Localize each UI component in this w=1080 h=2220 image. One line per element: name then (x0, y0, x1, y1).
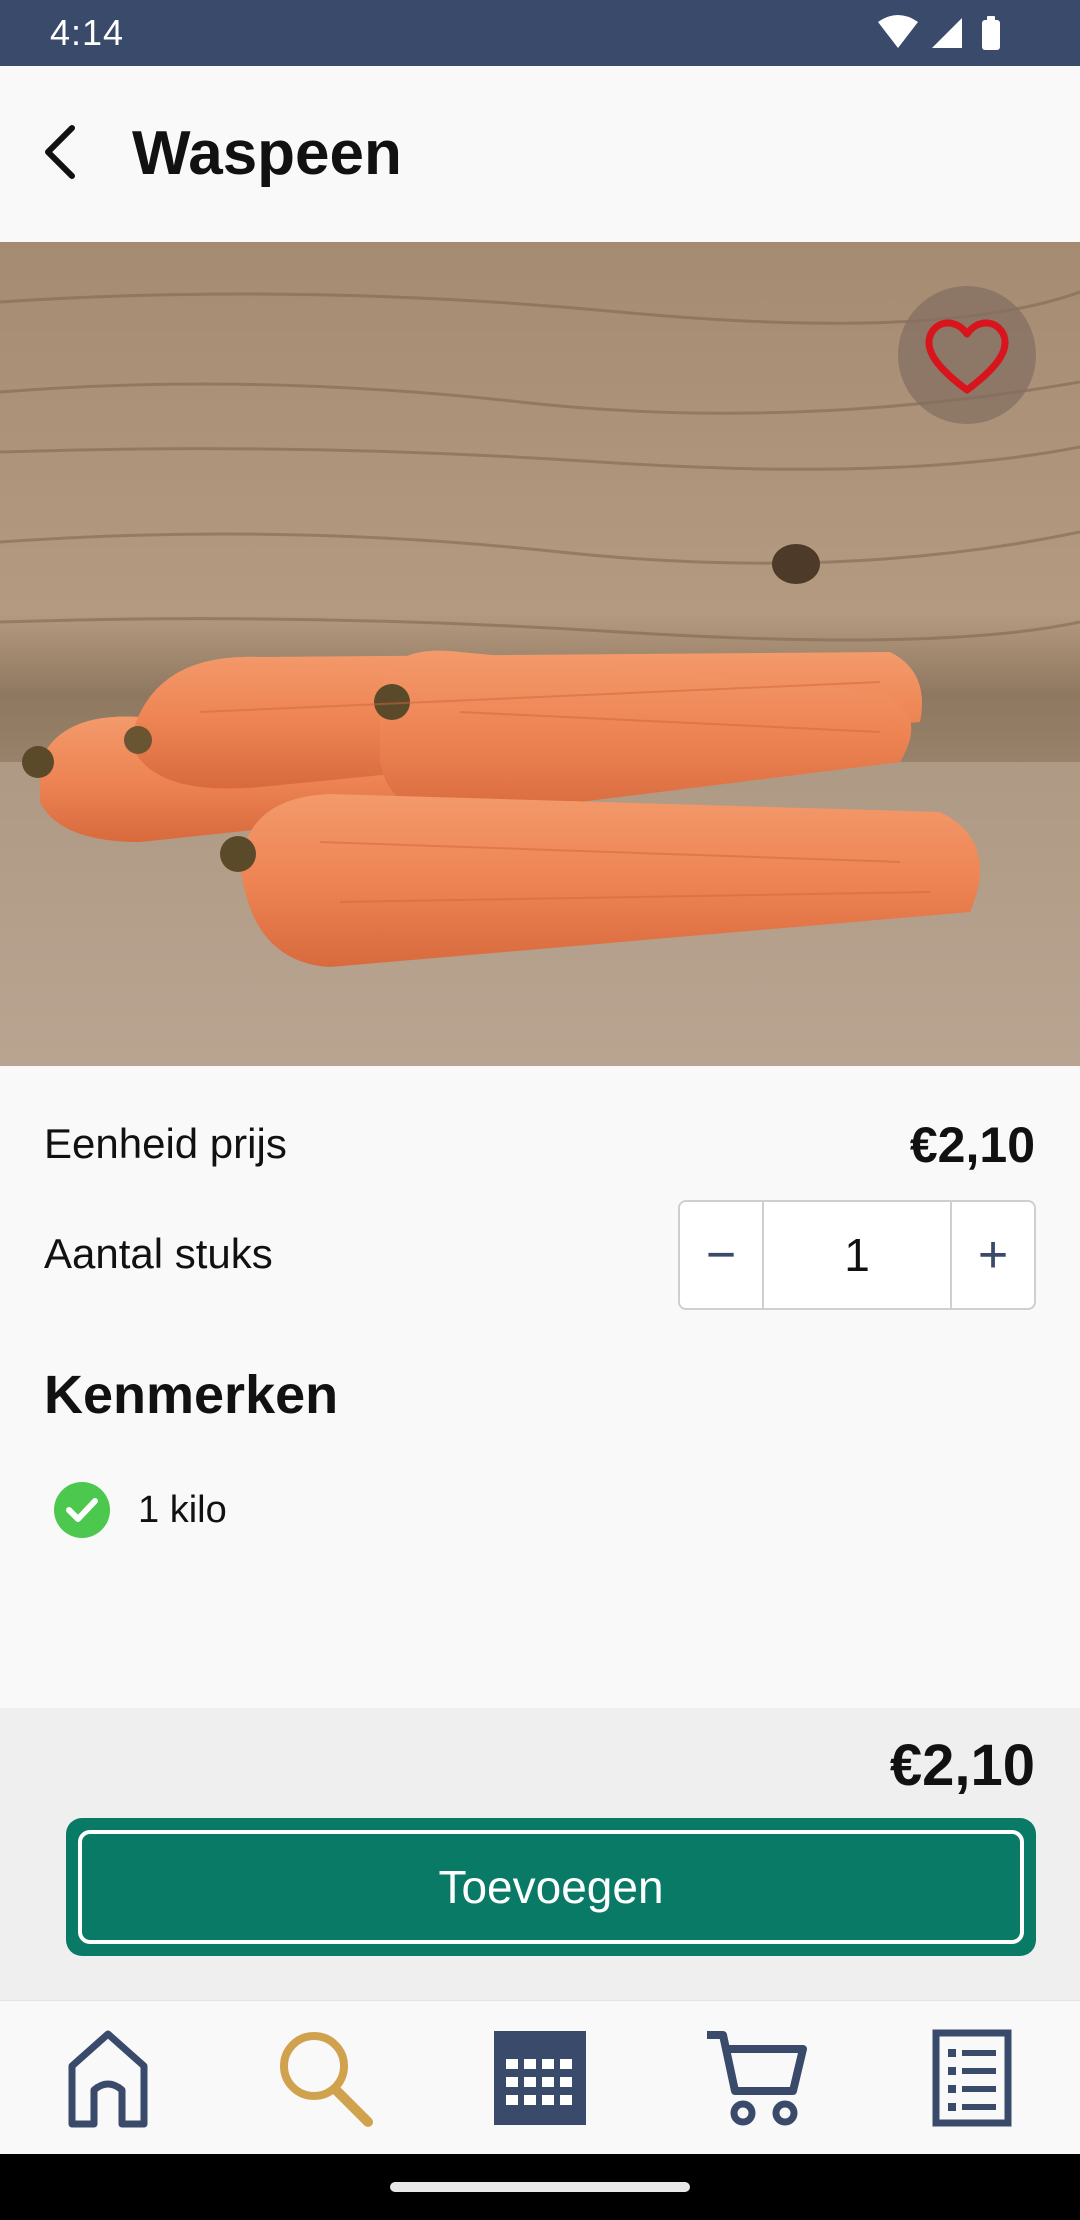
list-icon (932, 2029, 1012, 2127)
heart-outline-icon (925, 319, 1009, 394)
features-title: Kenmerken (44, 1365, 339, 1425)
unit-price-label: Eenheid prijs (44, 1120, 287, 1167)
calendar-icon (494, 2031, 586, 2125)
increase-quantity-button[interactable]: + (950, 1202, 1034, 1308)
status-icons (878, 14, 1008, 54)
feature-label: 1 kilo (138, 1488, 227, 1531)
gesture-bar (0, 2154, 1080, 2220)
wifi-icon (878, 15, 918, 48)
nav-cart[interactable] (702, 2027, 810, 2129)
arrow-left-icon (45, 125, 75, 179)
cart-icon (707, 2031, 807, 2126)
home-gesture-pill[interactable] (390, 2182, 690, 2192)
status-time: 4:14 (50, 12, 125, 53)
unit-price-value: €2,10 (909, 1117, 1035, 1173)
nav-list[interactable] (918, 2027, 1026, 2129)
quantity-label: Aantal stuks (44, 1230, 273, 1277)
page-title: Waspeen (132, 119, 402, 188)
check-circle-icon (54, 1482, 110, 1538)
nav-calendar[interactable] (486, 2027, 594, 2129)
decrease-quantity-button[interactable]: − (680, 1202, 764, 1308)
add-button-label: Toevoegen (438, 1861, 664, 1913)
search-icon (280, 2032, 373, 2127)
quantity-stepper: − 1 + (678, 1200, 1036, 1310)
action-area: €2,10 Toevoegen (0, 1708, 1080, 2000)
total-price: €2,10 (889, 1733, 1035, 1798)
favorite-button[interactable] (898, 286, 1036, 424)
feature-item: 1 kilo (54, 1480, 227, 1540)
home-icon (68, 2030, 148, 2128)
quantity-value[interactable]: 1 (764, 1202, 950, 1308)
nav-search[interactable] (270, 2027, 378, 2129)
bottom-nav (0, 2000, 1080, 2154)
app-bar: Waspeen (0, 66, 1080, 242)
add-to-cart-button[interactable]: Toevoegen (66, 1818, 1036, 1956)
nav-home[interactable] (54, 2027, 162, 2129)
back-button[interactable] (20, 112, 100, 192)
status-bar: 4:14 (0, 0, 1080, 66)
signal-icon (932, 18, 962, 48)
battery-icon (982, 16, 1000, 50)
